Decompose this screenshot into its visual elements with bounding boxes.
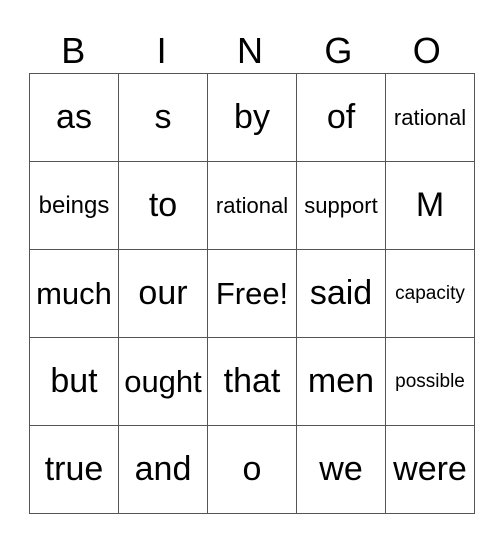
bingo-cell[interactable]: s <box>118 73 208 162</box>
grid-row: true and o we were <box>29 425 475 514</box>
header-letter-g: G <box>324 30 353 71</box>
bingo-cell[interactable]: ought <box>118 337 208 426</box>
bingo-cell[interactable]: true <box>29 425 119 514</box>
grid-row: beings to rational support M <box>29 161 475 250</box>
header-letter-i: I <box>156 30 167 71</box>
bingo-cell[interactable]: capacity <box>385 249 475 338</box>
bingo-cell[interactable]: o <box>207 425 297 514</box>
bingo-cell[interactable]: M <box>385 161 475 250</box>
grid-row: much our Free! said capacity <box>29 249 475 338</box>
header-letter-n: N <box>236 30 263 71</box>
grid-row: as s by of rational <box>29 73 475 162</box>
bingo-cell[interactable]: by <box>207 73 297 162</box>
bingo-cell[interactable]: as <box>29 73 119 162</box>
bingo-grid: as s by of rational beings to rational support Mm… <box>29 73 475 514</box>
bingo-cell[interactable]: much <box>29 249 119 338</box>
bingo-cell[interactable]: said <box>296 249 386 338</box>
bingo-header: B I N G O <box>29 30 471 72</box>
bingo-cell[interactable]: but <box>29 337 119 426</box>
bingo-cell[interactable]: we <box>296 425 386 514</box>
grid-row: but ought that men possible <box>29 337 475 426</box>
bingo-cell[interactable]: support <box>296 161 386 250</box>
free-space-cell[interactable]: Free! <box>207 249 297 338</box>
bingo-cell[interactable]: and <box>118 425 208 514</box>
bingo-cell[interactable]: rational <box>385 73 475 162</box>
bingo-cell[interactable]: our <box>118 249 208 338</box>
header-letter-o: O <box>412 30 441 71</box>
bingo-cell[interactable]: possible <box>385 337 475 426</box>
bingo-cell[interactable]: that <box>207 337 297 426</box>
bingo-cell[interactable]: of <box>296 73 386 162</box>
bingo-cell[interactable]: rational <box>207 161 297 250</box>
bingo-cell[interactable]: were <box>385 425 475 514</box>
bingo-cell[interactable]: to <box>118 161 208 250</box>
header-letter-b: B <box>61 30 86 71</box>
bingo-cell[interactable]: men <box>296 337 386 426</box>
bingo-cell[interactable]: beings <box>29 161 119 250</box>
